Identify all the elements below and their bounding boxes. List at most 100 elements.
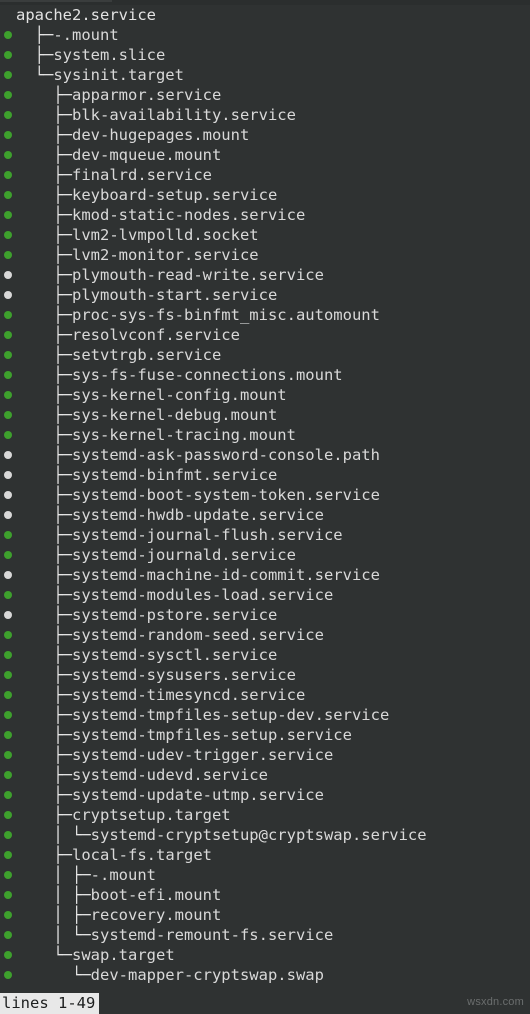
tree-row: ├─resolvconf.service — [0, 325, 530, 345]
unit-name: dev-mapper-cryptswap.swap — [90, 966, 324, 984]
tree-row: ├─systemd-journald.service — [0, 545, 530, 565]
tree-branch-glyph: │ └─ — [16, 826, 91, 844]
unit-inactive-dot-icon — [0, 265, 16, 285]
tree-row: ├─plymouth-start.service — [0, 285, 530, 305]
unit-active-dot-icon — [0, 45, 16, 65]
unit-inactive-dot-icon — [0, 445, 16, 465]
unit-name: systemd-udev-trigger.service — [72, 746, 334, 764]
tree-row: ├─local-fs.target — [0, 845, 530, 865]
tree-row: │ ├─boot-efi.mount — [0, 885, 530, 905]
pager-line-range: lines 1-49 — [0, 993, 100, 1014]
unit-active-dot-icon — [0, 665, 16, 685]
unit-active-dot-icon — [0, 625, 16, 645]
unit-name: systemd-machine-id-commit.service — [72, 566, 380, 584]
tree-branch-glyph: ├─ — [16, 346, 72, 364]
unit-name: systemd-remount-fs.service — [90, 926, 334, 944]
tree-branch-glyph: ├─ — [16, 166, 72, 184]
unit-name: lvm2-monitor.service — [72, 246, 259, 264]
unit-inactive-dot-icon — [0, 605, 16, 625]
tree-row: ├─lvm2-lvmpolld.socket — [0, 225, 530, 245]
unit-name: system.slice — [53, 46, 166, 64]
tree-row: ├─cryptsetup.target — [0, 805, 530, 825]
tree-branch-glyph: ├─ — [16, 566, 72, 584]
tree-branch-glyph: │ └─ — [16, 926, 91, 944]
unit-active-dot-icon — [0, 825, 16, 845]
tree-branch-glyph: ├─ — [16, 326, 72, 344]
unit-active-dot-icon — [0, 545, 16, 565]
unit-active-dot-icon — [0, 185, 16, 205]
tree-row: ├─sys-kernel-tracing.mount — [0, 425, 530, 445]
tree-branch-glyph: ├─ — [16, 46, 54, 64]
unit-name: systemd-ask-password-console.path — [72, 446, 380, 464]
unit-active-dot-icon — [0, 85, 16, 105]
unit-name: resolvconf.service — [72, 326, 240, 344]
tree-row: ├─systemd-udevd.service — [0, 765, 530, 785]
unit-active-dot-icon — [0, 205, 16, 225]
unit-name: sys-fs-fuse-connections.mount — [72, 366, 343, 384]
tree-branch-glyph: ├─ — [16, 546, 72, 564]
tree-branch-glyph: ├─ — [16, 306, 72, 324]
unit-name: kmod-static-nodes.service — [72, 206, 306, 224]
unit-active-dot-icon — [0, 765, 16, 785]
tree-row: ├─systemd-timesyncd.service — [0, 685, 530, 705]
unit-name: sys-kernel-tracing.mount — [72, 426, 296, 444]
unit-active-dot-icon — [0, 925, 16, 945]
tree-branch-glyph: ├─ — [16, 246, 72, 264]
tree-branch-glyph: ├─ — [16, 506, 72, 524]
tree-branch-glyph: ├─ — [16, 186, 72, 204]
unit-inactive-dot-icon — [0, 565, 16, 585]
unit-name: local-fs.target — [72, 846, 212, 864]
unit-name: finalrd.service — [72, 166, 212, 184]
tree-row: │ ├─recovery.mount — [0, 905, 530, 925]
unit-name: systemd-update-utmp.service — [72, 786, 324, 804]
tree-row: ├─setvtrgb.service — [0, 345, 530, 365]
tree-row: ├─systemd-machine-id-commit.service — [0, 565, 530, 585]
tree-branch-glyph: │ ├─ — [16, 906, 91, 924]
unit-active-dot-icon — [0, 345, 16, 365]
tree-row: ├─systemd-tmpfiles-setup.service — [0, 725, 530, 745]
unit-active-dot-icon — [0, 325, 16, 345]
unit-name: blk-availability.service — [72, 106, 296, 124]
tree-branch-glyph: ├─ — [16, 406, 72, 424]
unit-inactive-dot-icon — [0, 465, 16, 485]
tree-branch-glyph: ├─ — [16, 386, 72, 404]
tree-row: ├─system.slice — [0, 45, 530, 65]
tree-branch-glyph: ├─ — [16, 746, 72, 764]
unit-active-dot-icon — [0, 405, 16, 425]
unit-name: systemd-binfmt.service — [72, 466, 278, 484]
unit-active-dot-icon — [0, 365, 16, 385]
unit-name: systemd-modules-load.service — [72, 586, 334, 604]
tree-row: ├─systemd-boot-system-token.service — [0, 485, 530, 505]
tree-branch-glyph: ├─ — [16, 646, 72, 664]
tree-branch-glyph: ├─ — [16, 366, 72, 384]
tree-row: ├─systemd-journal-flush.service — [0, 525, 530, 545]
tree-row: └─swap.target — [0, 945, 530, 965]
tree-branch-glyph: ├─ — [16, 486, 72, 504]
tree-branch-glyph: ├─ — [16, 26, 54, 44]
tree-branch-glyph: ├─ — [16, 106, 72, 124]
tree-branch-glyph: ├─ — [16, 726, 72, 744]
tree-row: ├─sys-kernel-config.mount — [0, 385, 530, 405]
unit-name: systemd-cryptsetup@cryptswap.service — [90, 826, 427, 844]
unit-name: systemd-tmpfiles-setup-dev.service — [72, 706, 390, 724]
unit-name: systemd-sysctl.service — [72, 646, 278, 664]
tree-row: ├─keyboard-setup.service — [0, 185, 530, 205]
tree-row: ├─systemd-udev-trigger.service — [0, 745, 530, 765]
unit-name: sys-kernel-config.mount — [72, 386, 287, 404]
unit-name: dev-mqueue.mount — [72, 146, 222, 164]
unit-active-dot-icon — [0, 885, 16, 905]
tree-row: ├─systemd-pstore.service — [0, 605, 530, 625]
unit-name: sysinit.target — [53, 66, 184, 84]
unit-active-dot-icon — [0, 865, 16, 885]
unit-name: cryptsetup.target — [72, 806, 231, 824]
tree-row: ├─systemd-random-seed.service — [0, 625, 530, 645]
tree-branch-glyph: ├─ — [16, 146, 72, 164]
tree-row: └─sysinit.target — [0, 65, 530, 85]
scrolled-line-fragment — [0, 0, 112, 2]
unit-active-dot-icon — [0, 725, 16, 745]
unit-active-dot-icon — [0, 965, 16, 985]
unit-name: systemd-sysusers.service — [72, 666, 296, 684]
tree-branch-glyph: ├─ — [16, 766, 72, 784]
tree-branch-glyph: ├─ — [16, 606, 72, 624]
tree-branch-glyph: ├─ — [16, 126, 72, 144]
